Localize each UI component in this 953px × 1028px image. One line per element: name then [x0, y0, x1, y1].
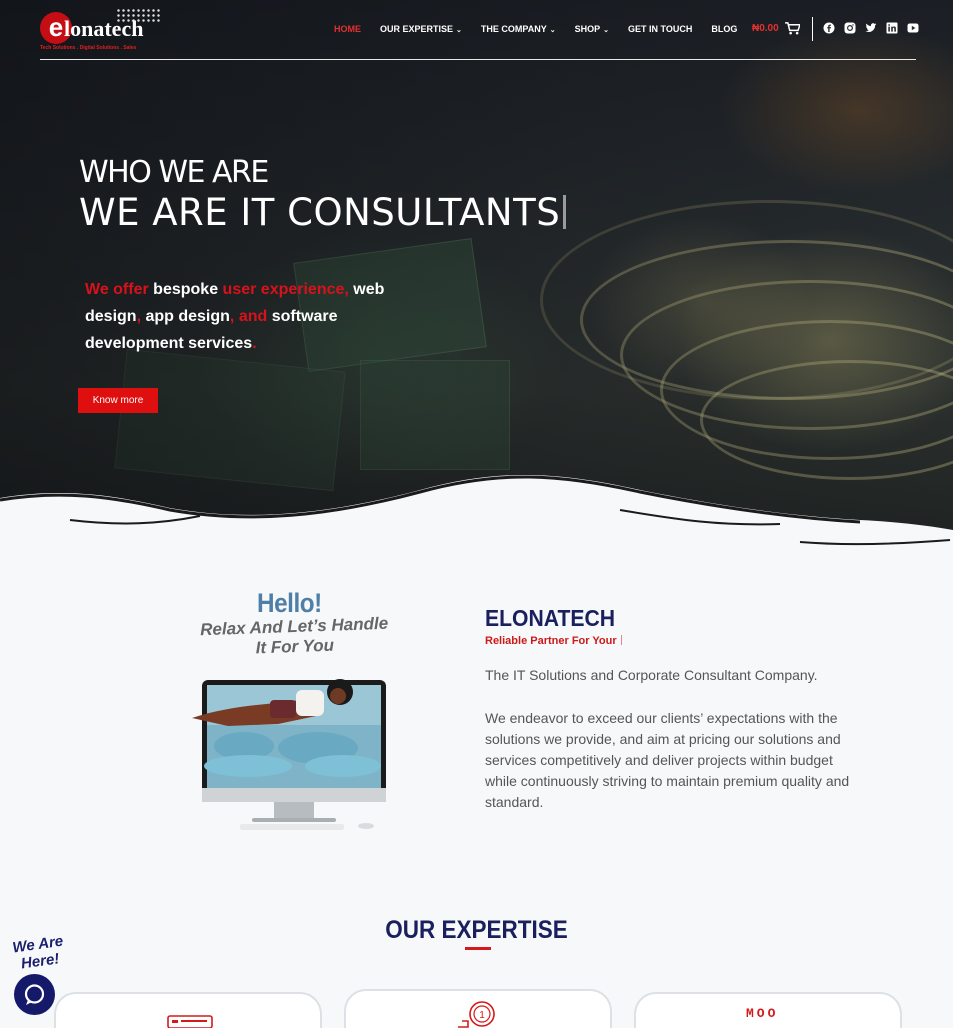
- about-lead: The IT Solutions and Corporate Consultan…: [485, 667, 818, 683]
- hello-heading: Hello!: [257, 588, 322, 618]
- nav-divider: [812, 17, 813, 41]
- nav-label: HOME: [334, 24, 361, 34]
- hero-wave-divider: [0, 475, 953, 555]
- chat-icon: [24, 984, 45, 1005]
- about-subtitle-text: Reliable Partner For Your: [485, 635, 617, 647]
- nav-item-blog[interactable]: BLOG: [711, 23, 737, 37]
- chevron-down-icon: ⌄: [549, 27, 556, 34]
- hero-description: We offer bespoke user experience, web de…: [85, 276, 405, 357]
- hero-copy-segment: ,: [229, 308, 235, 325]
- hero-copy-segment: ,: [136, 308, 142, 325]
- hero-copy-segment: user experience,: [222, 281, 349, 298]
- cart-icon: [784, 22, 800, 35]
- logo-wordmark: lonatech: [64, 16, 144, 41]
- nav-item-home[interactable]: HOME: [334, 23, 361, 37]
- twitter-icon[interactable]: [865, 22, 877, 34]
- expertise-card[interactable]: MOO: [634, 992, 902, 1028]
- expertise-card[interactable]: [54, 992, 322, 1028]
- know-more-button[interactable]: Know more: [78, 388, 158, 413]
- expertise-underline: [465, 947, 491, 950]
- nav-label: THE COMPANY: [480, 24, 547, 34]
- chat-launcher-button[interactable]: [14, 974, 55, 1015]
- relax-tagline: Relax And Let’s Handle It For You: [191, 613, 397, 660]
- instagram-icon[interactable]: [844, 22, 856, 34]
- hero-copy-segment: bespoke: [153, 281, 219, 298]
- nav-label: SHOP: [574, 24, 601, 34]
- monitor-illustration: [192, 679, 386, 830]
- hero-kicker: WHO WE ARE: [79, 155, 269, 190]
- hero-copy-segment: We offer: [85, 281, 149, 298]
- site-logo[interactable]: e lonatech Tech Solutions . Digital Solu…: [40, 8, 162, 54]
- nav-underline: [40, 59, 916, 60]
- cart-link[interactable]: ₦0.00: [752, 22, 800, 35]
- facebook-icon[interactable]: [823, 22, 835, 34]
- nav-item-get-in-touch[interactable]: GET IN TOUCH: [628, 23, 692, 37]
- about-title: ELONATECH: [485, 605, 616, 631]
- hero-copy-segment: .: [252, 335, 257, 352]
- card-icon-label: MOO: [746, 1006, 779, 1021]
- linkedin-icon[interactable]: [886, 22, 898, 34]
- about-subtitle: Reliable Partner For Your: [485, 634, 622, 648]
- typing-caret: [620, 635, 622, 645]
- cart-amount: ₦0.00: [752, 22, 779, 34]
- social-links: [823, 22, 919, 34]
- logo-tagline: Tech Solutions . Digital Solutions . Sal…: [40, 45, 137, 51]
- hero-section: e lonatech Tech Solutions . Digital Solu…: [0, 0, 953, 555]
- nav-item-our-expertise[interactable]: OUR EXPERTISE ⌄: [380, 23, 462, 37]
- typing-caret: [563, 195, 567, 229]
- youtube-icon[interactable]: [907, 22, 919, 34]
- about-body: We endeavor to exceed our clients’ expec…: [485, 710, 850, 810]
- expertise-card[interactable]: 1: [344, 989, 612, 1028]
- chevron-down-icon: ⌄: [456, 27, 462, 34]
- hero-copy-segment: app design: [145, 308, 230, 325]
- nav-label: OUR EXPERTISE: [380, 24, 454, 34]
- expertise-heading: OUR EXPERTISE: [385, 916, 568, 944]
- coin-icon: 1: [458, 1001, 495, 1028]
- nav-item-shop[interactable]: SHOP ⌄: [575, 23, 609, 37]
- nav-item-the-company[interactable]: THE COMPANY ⌄: [481, 23, 556, 37]
- chevron-down-icon: ⌄: [603, 27, 609, 34]
- nav-label: GET IN TOUCH: [628, 24, 693, 34]
- svg-text:1: 1: [479, 1010, 485, 1021]
- nav-label: BLOG: [711, 24, 738, 34]
- hero-title-text: WE ARE IT CONSULTANTS: [79, 191, 561, 234]
- chat-badge: We Are Here!: [11, 932, 65, 973]
- hero-title: WE ARE IT CONSULTANTS: [79, 191, 567, 234]
- main-nav: HOME OUR EXPERTISE ⌄ THE COMPANY ⌄ SHOP ⌄ G…: [334, 23, 756, 37]
- hero-copy-segment: and: [238, 308, 268, 325]
- web-design-icon: [167, 1015, 213, 1028]
